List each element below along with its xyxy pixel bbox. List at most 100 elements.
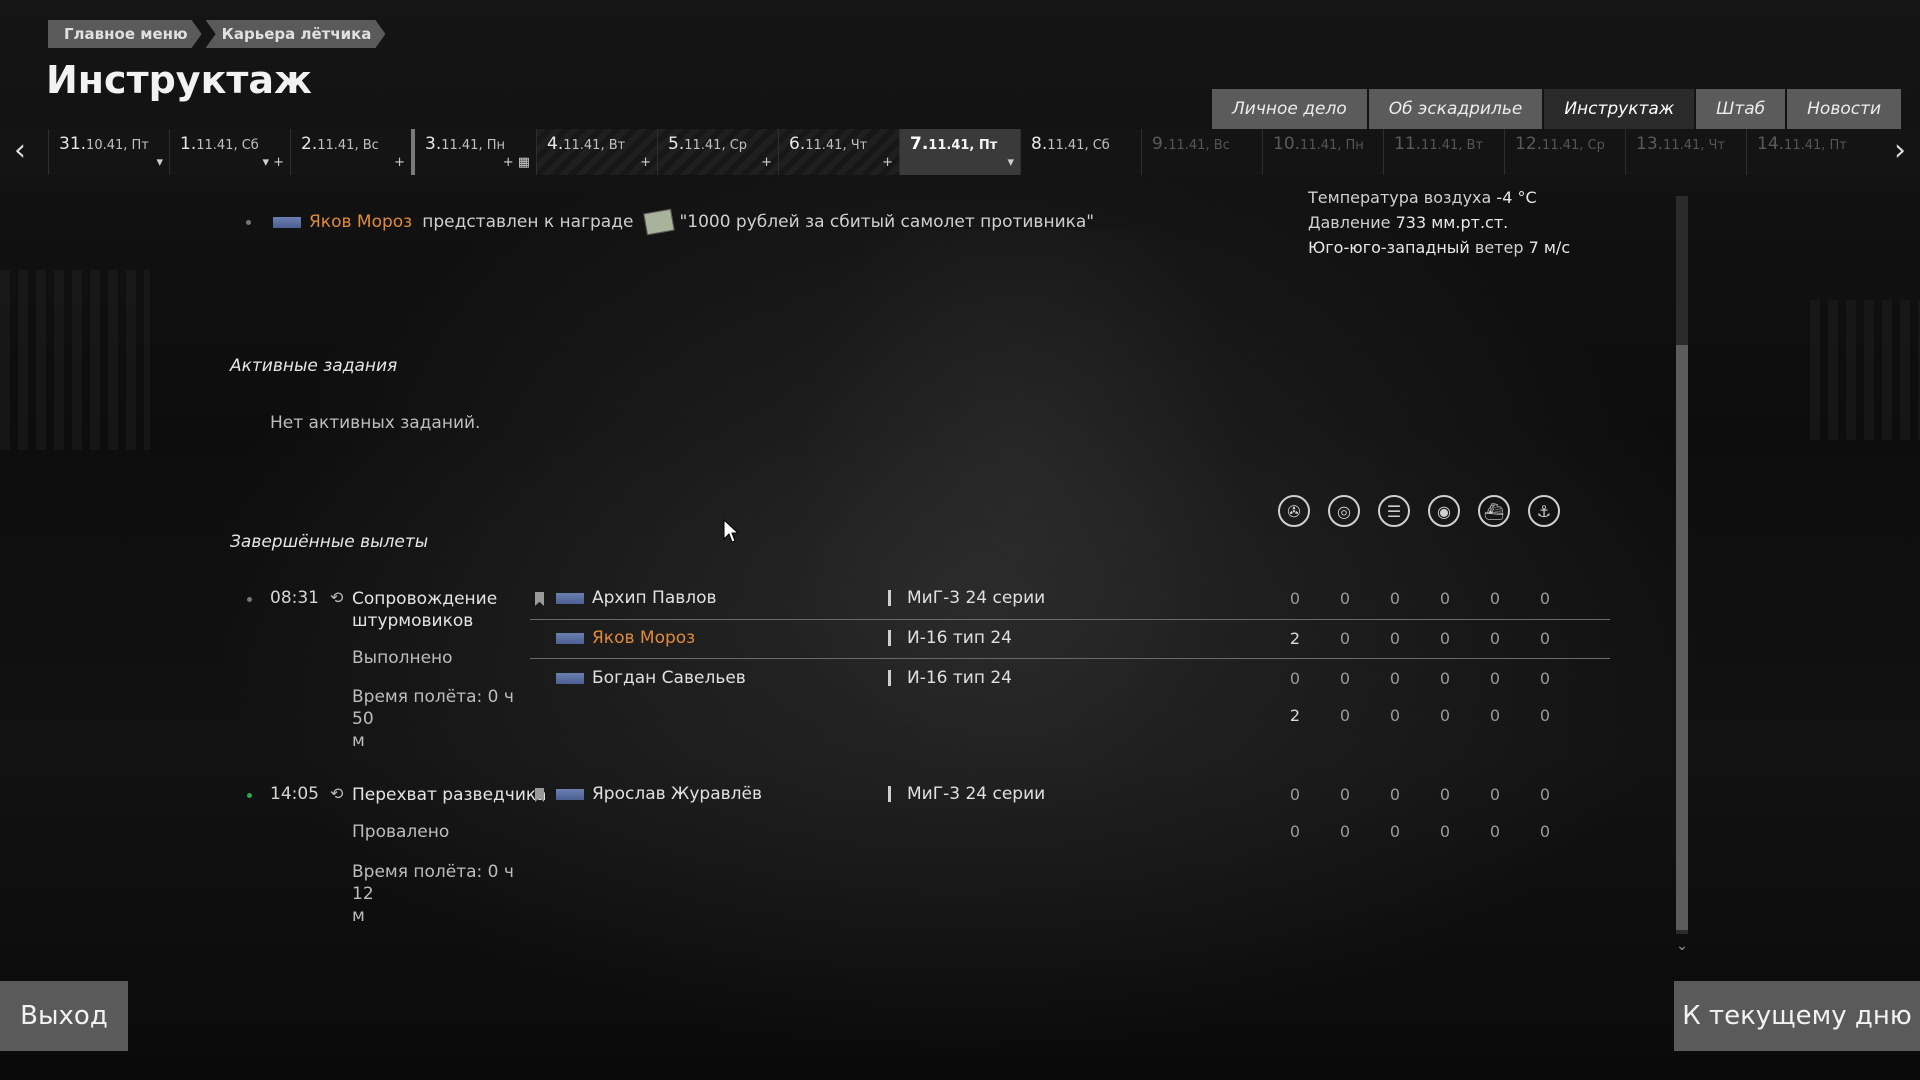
date-cell[interactable]: 13.11.41, Чт [1625, 129, 1746, 175]
breadcrumb-main-menu[interactable]: Главное меню [48, 20, 202, 48]
pilot-name[interactable]: Архип Павлов [556, 588, 717, 608]
tab-headquarters[interactable]: Штаб [1696, 89, 1786, 129]
total-value: 2 [1289, 706, 1301, 725]
date-cell[interactable]: 8.11.41, Сб [1020, 129, 1141, 175]
stat-value: 0 [1489, 629, 1501, 648]
date-cell[interactable]: 31.10.41, Пт ▾ [48, 129, 169, 175]
stat-value: 2 [1289, 629, 1301, 648]
sortie-time: 14:05 [270, 784, 319, 804]
stat-value: 0 [1339, 629, 1351, 648]
pressure-line: Давление 733 мм.рт.ст. [1308, 213, 1509, 232]
flag-icon [556, 632, 584, 644]
row-divider [530, 619, 1610, 620]
stat-value: 0 [1339, 785, 1351, 804]
ship-icon: ⛴ [1478, 495, 1510, 527]
stat-value: 0 [1439, 669, 1451, 688]
medal-icon: ▾ [156, 155, 163, 170]
pilot-name[interactable]: Ярослав Журавлёв [556, 784, 762, 804]
bullet [246, 219, 251, 225]
stat-value: 0 [1289, 669, 1301, 688]
flag-icon [556, 788, 584, 800]
date-cell-current[interactable]: 7.11.41, Пт ▾ [899, 129, 1020, 175]
total-value: 0 [1539, 822, 1551, 841]
date-cell[interactable]: 5.11.41, Ср + [657, 129, 778, 175]
aircraft-marker-icon [888, 630, 891, 646]
stat-value: 0 [1289, 785, 1301, 804]
stat-value: 0 [1389, 785, 1401, 804]
date-cell[interactable]: 3.11.41, Пн + ▦ [411, 129, 536, 175]
temperature-line: Температура воздуха -4 °C [1308, 188, 1537, 207]
mission-type-icon: ⟲ [330, 588, 344, 607]
flag-icon [556, 592, 584, 604]
tab-personal-file[interactable]: Личное дело [1212, 89, 1367, 129]
total-value: 0 [1339, 822, 1351, 841]
stat-value: 0 [1289, 589, 1301, 608]
calendar-icon: + ▦ [502, 155, 530, 170]
mouse-cursor-icon [723, 519, 739, 543]
sortie-name[interactable]: Перехват разведчика [352, 784, 547, 806]
date-cell[interactable]: 1.11.41, Сб ▾ + [169, 129, 290, 175]
aircraft-type: МиГ-3 24 серии [888, 784, 1045, 804]
date-cell[interactable]: 12.11.41, Ср [1504, 129, 1625, 175]
aircraft-silhouette [780, 230, 1260, 850]
artillery-target-icon: ◉ [1428, 495, 1460, 527]
ground-target-icon: ◎ [1328, 495, 1360, 527]
stat-value: 0 [1339, 669, 1351, 688]
scroll-down-icon[interactable]: ⌄ [1670, 938, 1694, 954]
tab-squadron[interactable]: Об эскадрилье [1368, 89, 1543, 129]
weather-panel: Температура воздуха -4 °C Давление 733 м… [1308, 185, 1570, 260]
date-cell[interactable]: 14.11.41, Пт [1746, 129, 1867, 175]
award-icon [643, 208, 676, 236]
stat-value: 0 [1439, 629, 1451, 648]
aircraft-type: И-16 тип 24 [888, 668, 1012, 688]
stat-value: 0 [1489, 785, 1501, 804]
sortie-status: Выполнено [352, 648, 453, 668]
stat-value: 0 [1389, 589, 1401, 608]
armor-target-icon: ☰ [1378, 495, 1410, 527]
date-cell[interactable]: 11.11.41, Вт [1383, 129, 1504, 175]
plus-icon: + [761, 155, 772, 170]
go-to-current-day-button[interactable]: К текущему дню [1674, 981, 1920, 1051]
total-value: 0 [1339, 706, 1351, 725]
pilot-name[interactable]: Богдан Савельев [556, 668, 746, 688]
date-cell[interactable]: 6.11.41, Чт + [778, 129, 899, 175]
total-value: 0 [1489, 706, 1501, 725]
sortie-status: Провалено [352, 822, 450, 842]
page-title: Инструктаж [46, 58, 312, 102]
stat-value: 0 [1539, 785, 1551, 804]
chevron-left-icon[interactable]: ‹ [0, 129, 40, 175]
total-value: 0 [1289, 822, 1301, 841]
medal-icon: ▾ [1007, 155, 1014, 170]
breadcrumb-pilot-career[interactable]: Карьера лётчика [206, 20, 386, 48]
sortie-time: 08:31 [270, 588, 319, 608]
exit-button[interactable]: Выход [0, 981, 128, 1051]
date-cell[interactable]: 4.11.41, Вт + [536, 129, 657, 175]
total-value: 0 [1389, 822, 1401, 841]
scrollbar-thumb[interactable] [1676, 345, 1688, 930]
aircraft-type: МиГ-3 24 серии [888, 588, 1045, 608]
sortie-name[interactable]: Сопровождение штурмовиков [352, 588, 497, 632]
hangar-wall-right [1810, 300, 1920, 440]
stat-value: 0 [1539, 629, 1551, 648]
date-cell[interactable]: 9.11.41, Вс [1141, 129, 1262, 175]
award-pilot-name[interactable]: Яков Мороз [309, 212, 412, 232]
total-value: 0 [1439, 822, 1451, 841]
tab-news[interactable]: Новости [1787, 89, 1902, 129]
flag-icon [273, 216, 301, 228]
date-cell[interactable]: 2.11.41, Вс + [290, 129, 411, 175]
wind-line: Юго-юго-западный ветер 7 м/с [1308, 238, 1571, 257]
tab-briefing[interactable]: Инструктаж [1544, 89, 1695, 129]
pilot-name[interactable]: Яков Мороз [556, 628, 695, 648]
no-active-tasks: Нет активных заданий. [270, 413, 481, 433]
stat-value: 0 [1389, 669, 1401, 688]
row-divider [530, 658, 1610, 659]
chevron-right-icon[interactable]: › [1880, 129, 1920, 175]
aircraft-type: И-16 тип 24 [888, 628, 1012, 648]
stat-value: 0 [1539, 669, 1551, 688]
plus-icon: + [394, 155, 405, 170]
mission-type-icon: ⟲ [330, 784, 344, 803]
total-value: 0 [1539, 706, 1551, 725]
total-value: 0 [1389, 706, 1401, 725]
date-cell[interactable]: 10.11.41, Пн [1262, 129, 1383, 175]
tab-bar: Личное дело Об эскадрилье Инструктаж Шта… [1212, 89, 1903, 129]
